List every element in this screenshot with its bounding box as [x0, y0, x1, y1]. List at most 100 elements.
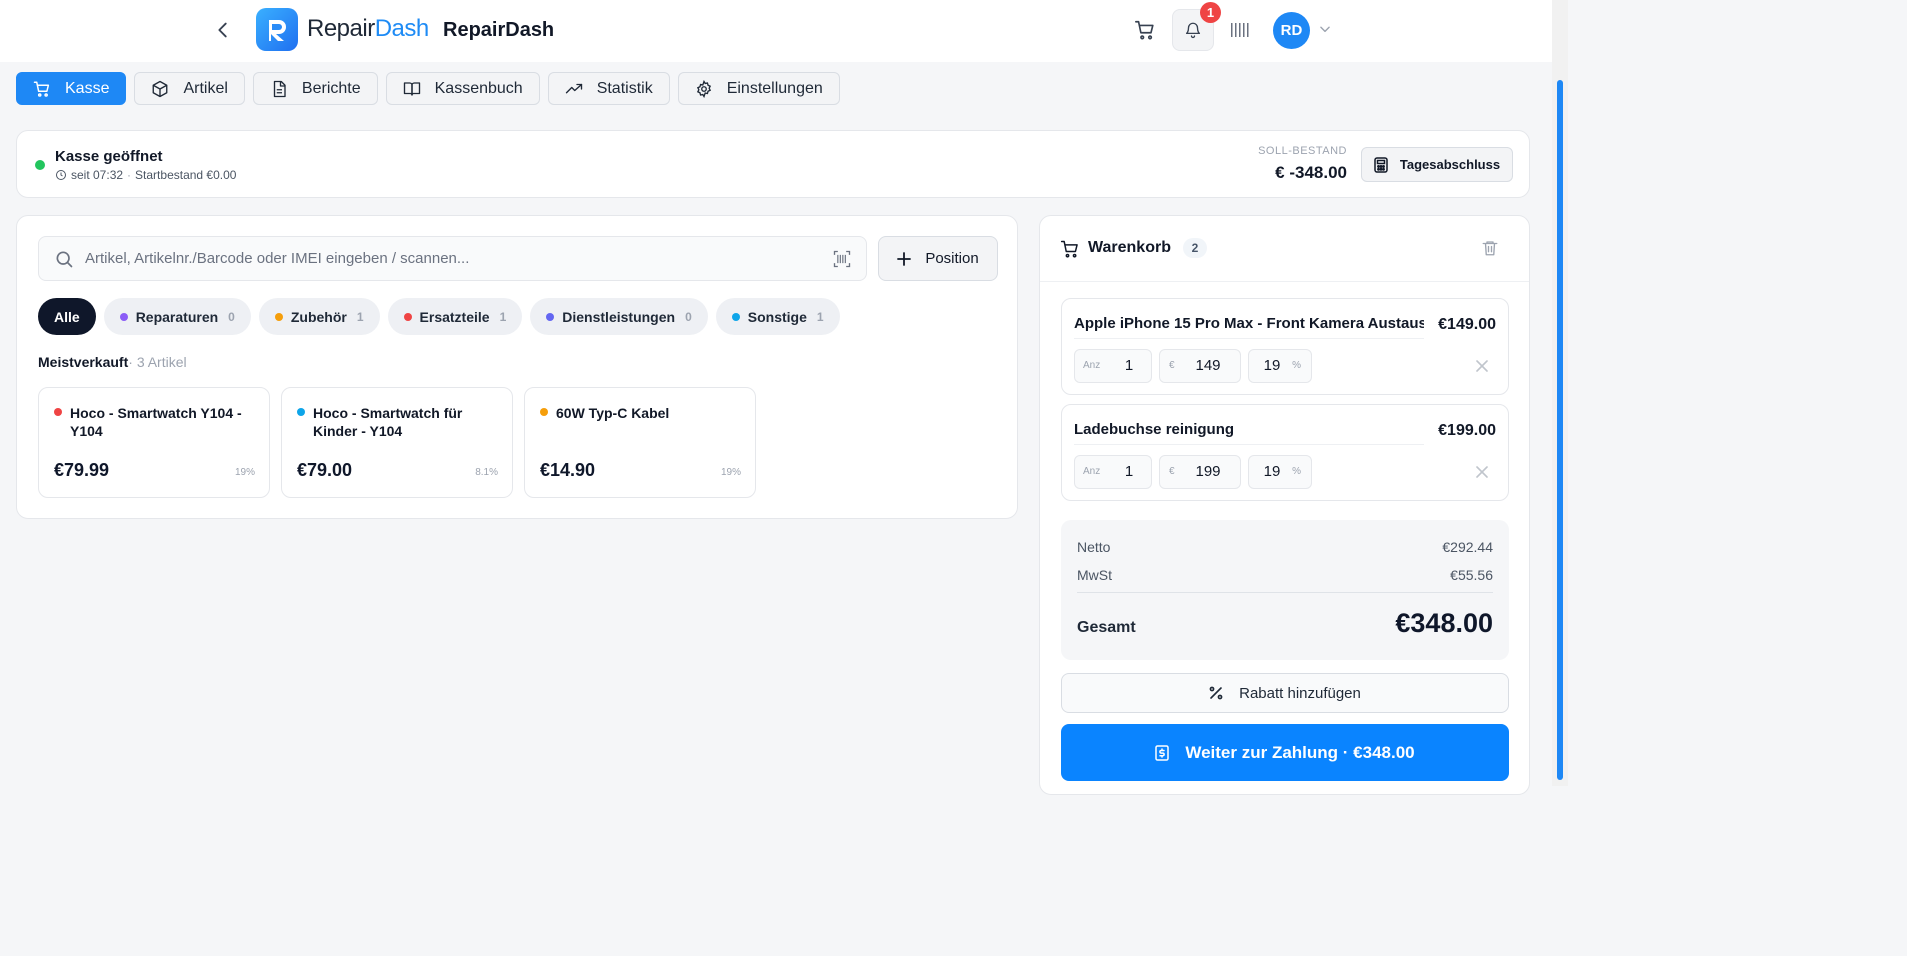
category-dot	[119, 312, 128, 321]
product-category-dot	[297, 408, 305, 416]
cart-title: Warenkorb	[1088, 239, 1171, 256]
bestsellers-count: · 3 Artikel	[128, 354, 187, 370]
product-card[interactable]: Hoco - Smartwatch Y104 - Y104 €79.99 19%	[38, 387, 270, 498]
tax-rate-field[interactable]: 19 %	[1248, 455, 1312, 489]
price-field[interactable]: € 149	[1159, 349, 1241, 383]
product-name: Hoco - Smartwatch Y104 - Y104	[70, 405, 242, 439]
product-card[interactable]: 60W Typ-C Kabel €14.90 19%	[524, 387, 756, 498]
tab-kassenbuch[interactable]: Kassenbuch	[385, 72, 540, 105]
scrollbar-thumb[interactable]	[1557, 80, 1563, 780]
status-indicator-dot	[35, 160, 45, 170]
logo-wordmark[interactable]: RepairDash	[307, 15, 429, 43]
category-filter: Alle Reparaturen 0 Zubehör 1 Ersatzteile…	[38, 298, 840, 335]
product-panel: Position Alle Reparaturen 0 Zubehör 1 Er…	[16, 215, 1018, 519]
product-tax-rate: 19%	[720, 467, 741, 478]
logo-mark-icon[interactable]	[256, 8, 298, 51]
tab-label: Kasse	[65, 79, 110, 97]
chevron-down-icon[interactable]	[1318, 22, 1332, 36]
barcode-scan-icon[interactable]	[832, 249, 852, 269]
app-name: RepairDash	[443, 19, 555, 41]
add-discount-button[interactable]: Rabatt hinzufügen	[1061, 673, 1509, 713]
top-bar: RepairDash RepairDash 1 RD	[0, 0, 1552, 62]
opened-since: seit 07:32	[71, 168, 124, 182]
trending-up-icon	[565, 80, 583, 98]
remove-item-close-icon[interactable]	[1476, 466, 1488, 478]
category-count: 0	[685, 309, 692, 324]
category-chip-alle[interactable]: Alle	[38, 298, 96, 335]
product-category-dot	[54, 408, 62, 416]
quantity-label: Anz	[1083, 466, 1101, 477]
category-label: Sonstige	[747, 308, 807, 325]
cart-item: Apple iPhone 15 Pro Max - Front Kamera A…	[1061, 298, 1509, 395]
cart-panel: Warenkorb 2 Apple iPhone 15 Pro Max - Fr…	[1039, 215, 1530, 795]
bestseller-grid: Hoco - Smartwatch Y104 - Y104 €79.99 19%…	[38, 387, 756, 498]
register-status-subtitle: seit 07:32 · Startbestand €0.00	[55, 168, 236, 182]
tab-kasse[interactable]: Kasse	[16, 72, 127, 105]
tab-label: Kassenbuch	[434, 79, 523, 97]
calculator-icon	[1374, 156, 1388, 173]
separator-dot: ·	[127, 168, 132, 182]
category-label: Zubehör	[290, 308, 347, 325]
trash-icon[interactable]	[1481, 239, 1499, 257]
total-label: Gesamt	[1077, 619, 1136, 636]
quantity-field[interactable]: Anz 1	[1074, 349, 1152, 383]
main-nav: Kasse Artikel Berichte Kassenbuch Statis…	[16, 72, 840, 105]
currency-label: €	[1169, 466, 1175, 477]
category-chip-ersatzteile[interactable]: Ersatzteile 1	[387, 298, 523, 335]
category-label: Alle	[54, 308, 80, 325]
proceed-to-payment-button[interactable]: Weiter zur Zahlung · €348.00	[1061, 724, 1509, 781]
user-avatar[interactable]: RD	[1273, 12, 1310, 49]
price-field[interactable]: € 199	[1159, 455, 1241, 489]
cart-summary: Netto €292.44 MwSt €55.56 Gesamt €348.00	[1061, 520, 1509, 660]
product-card[interactable]: Hoco - Smartwatch für Kinder - Y104 €79.…	[281, 387, 513, 498]
tab-label: Artikel	[183, 79, 228, 97]
quantity-value: 1	[1124, 463, 1134, 480]
banknote-icon	[1155, 744, 1170, 761]
search-box[interactable]	[38, 236, 867, 281]
cart-item: Ladebuchse reinigung €199.00 Anz 1 € 199…	[1061, 404, 1509, 501]
page-scrollbar[interactable]	[1552, 0, 1568, 786]
header-cart-icon[interactable]	[1131, 16, 1159, 44]
barcode-scanner-icon[interactable]	[1228, 17, 1254, 43]
category-label: Reparaturen	[135, 308, 219, 325]
plus-icon	[897, 251, 912, 266]
cart-item-name[interactable]: Ladebuchse reinigung	[1074, 421, 1424, 445]
search-input[interactable]	[85, 237, 815, 280]
product-name: 60W Typ-C Kabel	[556, 405, 670, 421]
tab-berichte[interactable]: Berichte	[252, 72, 378, 105]
quantity-value: 1	[1124, 357, 1134, 374]
quantity-field[interactable]: Anz 1	[1074, 455, 1152, 489]
tax-rate-field[interactable]: 19 %	[1248, 349, 1312, 383]
cart-item-name[interactable]: Apple iPhone 15 Pro Max - Front Kamera A…	[1074, 315, 1424, 339]
notification-badge: 1	[1200, 2, 1221, 23]
bell-icon	[1184, 21, 1202, 39]
category-count: 1	[816, 309, 824, 324]
category-chip-zubehoer[interactable]: Zubehör 1	[258, 298, 380, 335]
clock-icon	[55, 169, 67, 181]
tab-statistik[interactable]: Statistik	[547, 72, 670, 105]
category-chip-sonstige[interactable]: Sonstige 1	[715, 298, 840, 335]
book-icon	[403, 80, 421, 98]
add-position-label: Position	[925, 250, 979, 267]
product-category-dot	[540, 408, 548, 416]
tab-artikel[interactable]: Artikel	[134, 72, 245, 105]
start-balance: Startbestand €0.00	[135, 168, 237, 182]
add-position-button[interactable]: Position	[878, 236, 998, 281]
document-icon	[270, 80, 288, 98]
product-price: €79.99	[54, 460, 110, 480]
cart-item-total: €149.00	[1438, 316, 1496, 333]
add-discount-label: Rabatt hinzufügen	[1239, 684, 1361, 702]
close-day-button[interactable]: Tagesabschluss	[1361, 147, 1513, 182]
cart-icon	[33, 80, 51, 98]
remove-item-close-icon[interactable]	[1476, 360, 1488, 372]
percent-icon	[1209, 686, 1223, 700]
quantity-label: Anz	[1083, 360, 1101, 371]
target-balance-label: SOLL-BESTAND	[1258, 145, 1347, 157]
product-price: €79.00	[297, 460, 353, 480]
back-chevron-icon[interactable]	[212, 19, 234, 41]
category-chip-dienstleistungen[interactable]: Dienstleistungen 0	[530, 298, 708, 335]
tab-einstellungen[interactable]: Einstellungen	[677, 72, 840, 105]
package-icon	[151, 80, 169, 98]
tab-label: Statistik	[596, 79, 653, 97]
category-chip-reparaturen[interactable]: Reparaturen 0	[103, 298, 251, 335]
